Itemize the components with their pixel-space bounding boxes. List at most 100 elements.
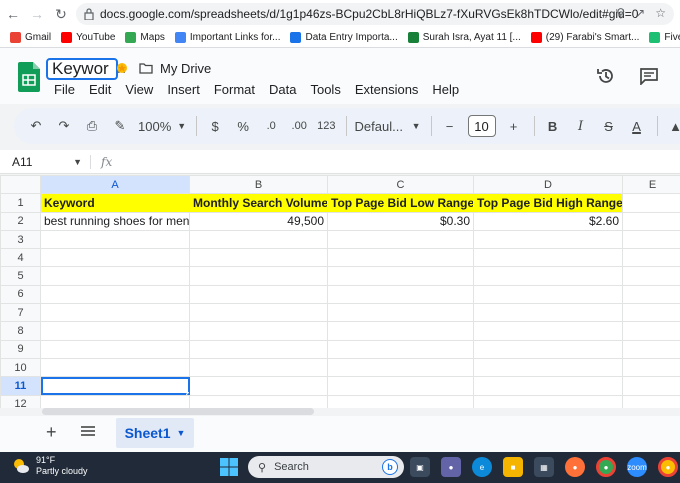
cell-d8[interactable] xyxy=(473,321,623,341)
cell-d5[interactable] xyxy=(473,266,623,286)
menu-item-help[interactable]: Help xyxy=(432,82,459,97)
cell-d1[interactable]: Top Page Bid High Range xyxy=(473,193,623,213)
cell-d10[interactable] xyxy=(473,357,623,378)
print-icon[interactable]: ⎙ xyxy=(82,114,102,138)
bookmark-item[interactable]: Maps xyxy=(125,32,165,43)
cell-e4[interactable] xyxy=(622,248,680,268)
cell-a9[interactable] xyxy=(40,339,190,359)
cell-e11[interactable] xyxy=(622,376,680,396)
cell-d3[interactable] xyxy=(473,229,623,250)
menu-item-data[interactable]: Data xyxy=(269,82,296,97)
name-box[interactable]: A11 ▼ xyxy=(0,155,90,169)
teams-chat-icon[interactable]: ● xyxy=(441,457,461,477)
cell-b10[interactable] xyxy=(189,357,328,378)
cell-b12[interactable] xyxy=(189,394,328,408)
cell-c6[interactable] xyxy=(327,284,474,305)
menu-item-insert[interactable]: Insert xyxy=(167,82,200,97)
cell-c9[interactable] xyxy=(327,339,474,359)
row-header[interactable]: 12 xyxy=(0,394,41,408)
cell-d6[interactable] xyxy=(473,284,623,305)
bookmark-item[interactable]: Data Entry Importa... xyxy=(290,32,398,43)
row-header[interactable]: 2 xyxy=(0,211,41,231)
cell-b4[interactable] xyxy=(189,248,328,268)
select-all-corner[interactable] xyxy=(0,175,41,195)
reload-icon[interactable]: ↻ xyxy=(50,3,72,25)
bookmark-item[interactable]: YouTube xyxy=(61,32,115,43)
fill-handle[interactable] xyxy=(186,391,189,395)
version-history-icon[interactable] xyxy=(596,66,616,86)
cell-b11[interactable] xyxy=(189,376,328,396)
cell-c10[interactable] xyxy=(327,357,474,378)
row-header[interactable]: 10 xyxy=(0,357,41,378)
row-header[interactable]: 8 xyxy=(0,321,41,341)
cell-b6[interactable] xyxy=(189,284,328,305)
italic-button[interactable]: I xyxy=(571,114,591,138)
zoom-icon[interactable]: ⚲ xyxy=(616,6,625,20)
font-size-input[interactable]: 10 xyxy=(467,115,496,137)
redo-icon[interactable]: ↷ xyxy=(54,114,74,138)
taskbar-search[interactable]: ⚲ Search b xyxy=(248,456,404,478)
row-header[interactable]: 3 xyxy=(0,229,41,250)
menu-item-tools[interactable]: Tools xyxy=(310,82,340,97)
chrome-icon[interactable]: ● xyxy=(596,457,616,477)
cell-c12[interactable] xyxy=(327,394,474,408)
cell-a5[interactable] xyxy=(40,266,190,286)
menu-item-view[interactable]: View xyxy=(125,82,153,97)
cell-d12[interactable] xyxy=(473,394,623,408)
cell-b9[interactable] xyxy=(189,339,328,359)
text-color-button[interactable]: A xyxy=(627,114,647,138)
menu-item-extensions[interactable]: Extensions xyxy=(355,82,419,97)
cell-c5[interactable] xyxy=(327,266,474,286)
undo-icon[interactable]: ↶ xyxy=(26,114,46,138)
cell-e3[interactable] xyxy=(622,229,680,250)
microsoft-store-icon[interactable]: ▦ xyxy=(534,457,554,477)
horizontal-scrollbar[interactable] xyxy=(42,408,314,415)
bookmark-item[interactable]: Important Links for... xyxy=(174,32,280,43)
cell-b7[interactable] xyxy=(189,303,328,323)
cell-d9[interactable] xyxy=(473,339,623,359)
row-header[interactable]: 5 xyxy=(0,266,41,286)
column-header-e[interactable]: E xyxy=(622,175,680,195)
cell-a6[interactable] xyxy=(40,284,190,305)
add-sheet-icon[interactable]: + xyxy=(46,422,57,443)
percent-format-button[interactable]: % xyxy=(233,114,253,138)
fill-color-icon[interactable]: ▲ xyxy=(666,114,680,138)
row-header[interactable]: 11 xyxy=(0,376,41,396)
row-header[interactable]: 7 xyxy=(0,303,41,323)
cell-b1[interactable]: Monthly Search Volume xyxy=(189,193,328,213)
column-header-b[interactable]: B xyxy=(189,175,328,195)
task-view-icon[interactable]: ▣ xyxy=(410,457,430,477)
cell-e1[interactable] xyxy=(622,193,680,213)
more-formats-button[interactable]: 123 xyxy=(317,114,335,138)
cell-a12[interactable] xyxy=(40,394,190,408)
cell-c2[interactable]: $0.30 xyxy=(327,211,474,231)
star-icon[interactable]: ☆ xyxy=(655,6,666,20)
cell-e7[interactable] xyxy=(622,303,680,323)
sheets-logo-icon[interactable] xyxy=(18,62,40,92)
decrease-decimal-button[interactable]: .0 xyxy=(261,114,281,138)
cell-d11[interactable] xyxy=(473,376,623,396)
back-icon[interactable]: ← xyxy=(2,3,24,25)
document-title-input[interactable]: Keywor xyxy=(46,58,118,80)
row-header[interactable]: 4 xyxy=(0,248,41,268)
bold-button[interactable]: B xyxy=(543,114,563,138)
cell-a3[interactable] xyxy=(40,229,190,250)
menu-item-format[interactable]: Format xyxy=(214,82,255,97)
cell-c3[interactable] xyxy=(327,229,474,250)
cell-a4[interactable] xyxy=(40,248,190,268)
address-bar[interactable]: docs.google.com/spreadsheets/d/1g1p46zs-… xyxy=(76,3,674,25)
cell-a10[interactable] xyxy=(40,357,190,378)
drive-location[interactable]: My Drive xyxy=(160,61,211,76)
row-header[interactable]: 1 xyxy=(0,193,41,213)
menu-item-file[interactable]: File xyxy=(54,82,75,97)
cell-c8[interactable] xyxy=(327,321,474,341)
cell-c1[interactable]: Top Page Bid Low Range xyxy=(327,193,474,213)
cell-b3[interactable] xyxy=(189,229,328,250)
weather-widget[interactable]: 91°F Partly cloudy xyxy=(12,455,88,477)
edge-browser-icon[interactable]: e xyxy=(472,457,492,477)
increase-font-size-icon[interactable]: + xyxy=(504,114,524,138)
paint-format-icon[interactable]: ✎ xyxy=(110,114,130,138)
cell-c4[interactable] xyxy=(327,248,474,268)
forward-icon[interactable]: → xyxy=(26,3,48,25)
cell-e10[interactable] xyxy=(622,357,680,378)
